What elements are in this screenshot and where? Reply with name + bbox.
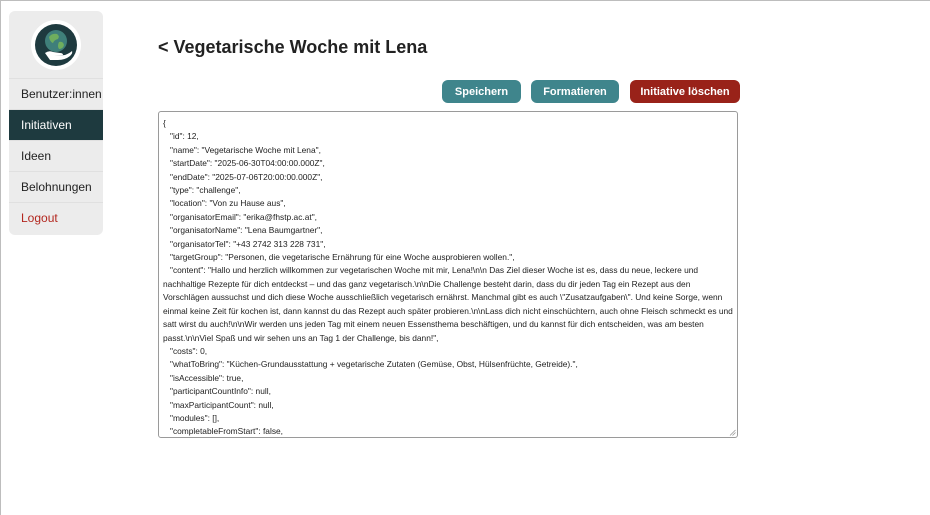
page-title-back-link[interactable]: < Vegetarische Woche mit Lena [158,37,427,58]
json-editor-textarea[interactable]: { "id": 12, "name": "Vegetarische Woche … [158,111,738,438]
save-button[interactable]: Speichern [442,80,521,103]
sidebar-item-logout[interactable]: Logout [9,202,103,233]
globe-hand-icon[interactable] [31,19,81,70]
json-editor-content[interactable]: { "id": 12, "name": "Vegetarische Woche … [159,112,737,437]
sidebar: Benutzer:innen Initiativen Ideen Belohnu… [9,11,103,235]
window-border-left [0,0,1,515]
resize-handle-icon[interactable] [729,429,736,436]
delete-initiative-button[interactable]: Initiative löschen [630,80,740,103]
sidebar-item-rewards[interactable]: Belohnungen [9,171,103,202]
logo-area [9,11,103,78]
sidebar-item-initiatives[interactable]: Initiativen [9,109,103,140]
format-button[interactable]: Formatieren [531,80,619,103]
sidebar-item-users[interactable]: Benutzer:innen [9,78,103,109]
sidebar-item-ideas[interactable]: Ideen [9,140,103,171]
window-border-top [0,0,930,1]
